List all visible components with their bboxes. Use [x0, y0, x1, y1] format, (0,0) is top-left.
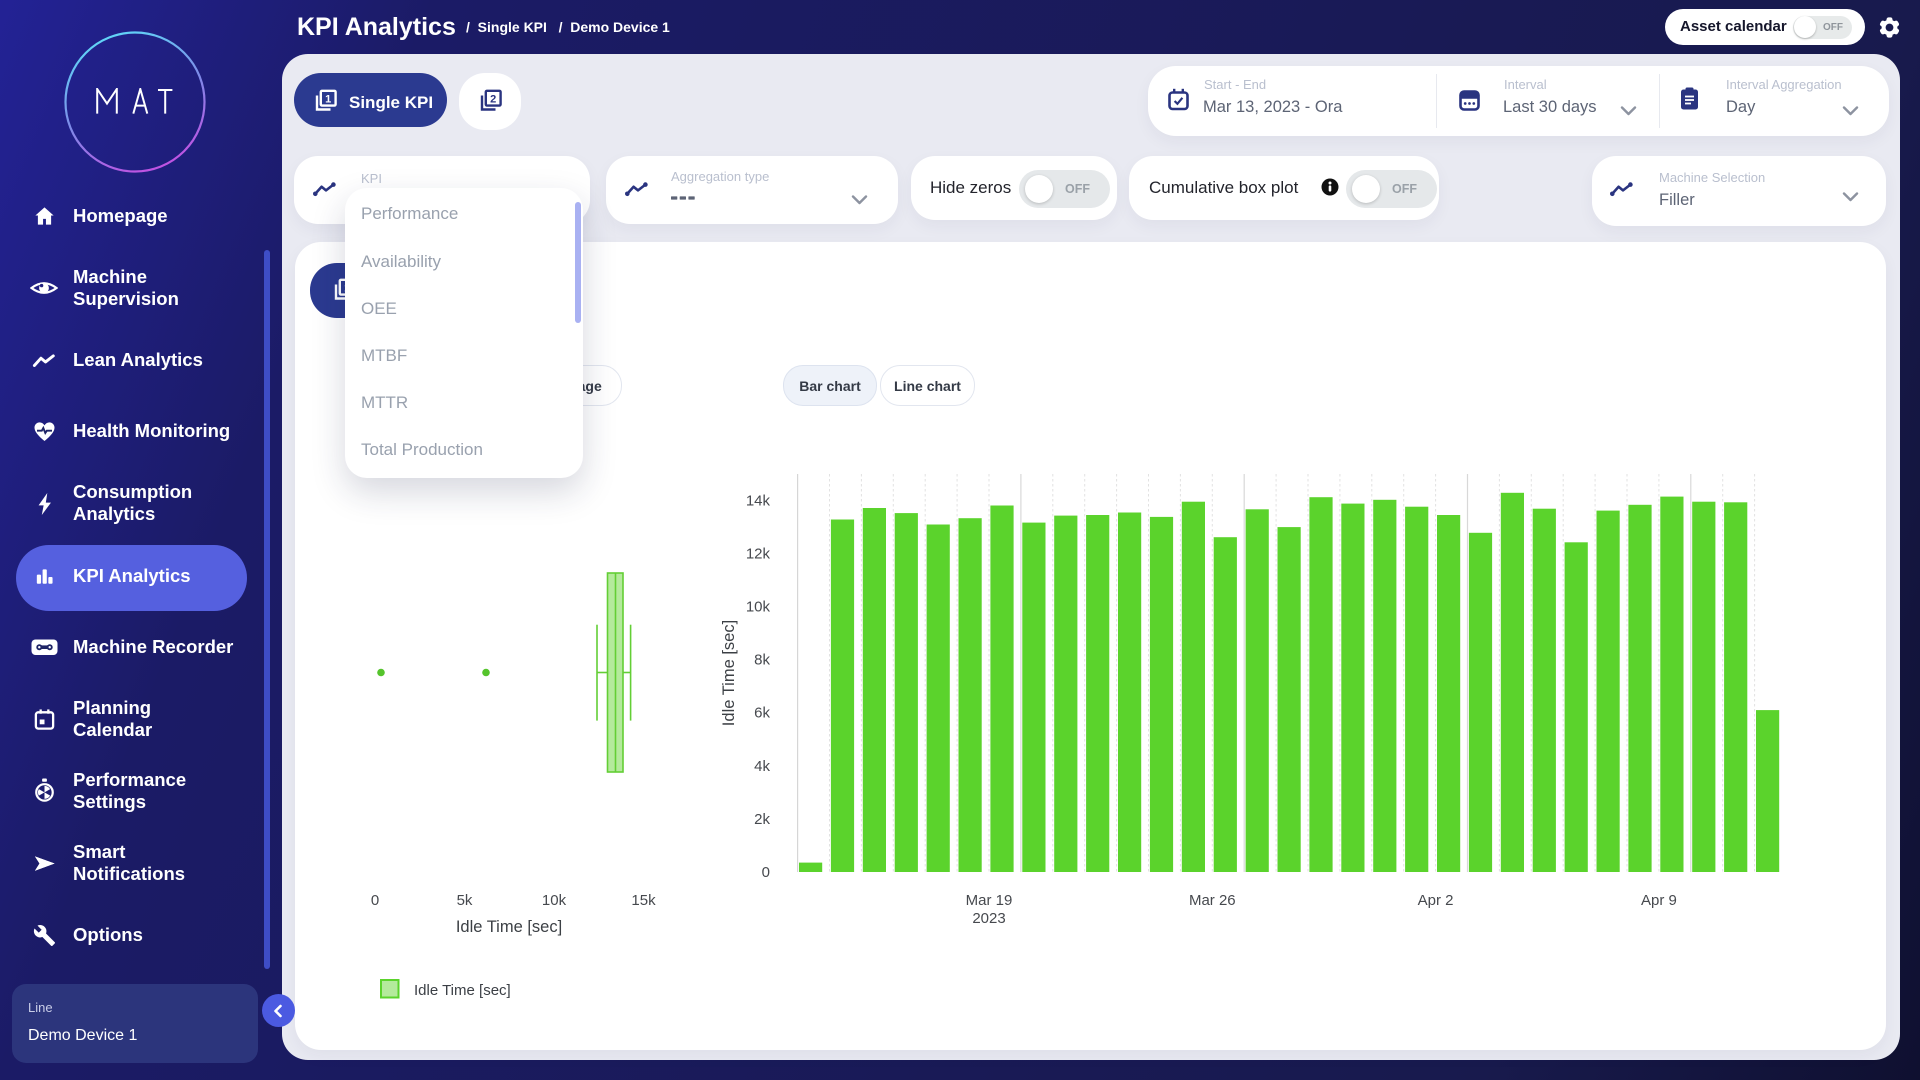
svg-text:Apr 2: Apr 2: [1418, 892, 1454, 909]
svg-text:Idle Time [sec]: Idle Time [sec]: [720, 620, 738, 726]
svg-text:2k: 2k: [754, 811, 770, 828]
svg-text:10k: 10k: [542, 892, 567, 909]
svg-text:Idle Time [sec]: Idle Time [sec]: [414, 982, 511, 999]
svg-text:8k: 8k: [754, 652, 770, 669]
svg-text:1: 1: [325, 94, 331, 106]
svg-text:2023: 2023: [972, 910, 1005, 927]
svg-text:Mar 26: Mar 26: [1189, 892, 1236, 909]
svg-text:0: 0: [371, 892, 379, 909]
svg-text:Mar 19: Mar 19: [966, 892, 1013, 909]
svg-text:6k: 6k: [754, 705, 770, 722]
svg-text:0: 0: [762, 864, 770, 881]
svg-text:15k: 15k: [631, 892, 656, 909]
svg-text:4k: 4k: [754, 758, 770, 775]
svg-text:2: 2: [490, 94, 496, 106]
svg-text:Apr 9: Apr 9: [1641, 892, 1677, 909]
svg-text:10k: 10k: [746, 599, 771, 616]
svg-text:Idle Time [sec]: Idle Time [sec]: [456, 918, 562, 936]
svg-text:12k: 12k: [746, 545, 771, 562]
svg-text:14k: 14k: [746, 492, 771, 509]
svg-text:5k: 5k: [457, 892, 473, 909]
